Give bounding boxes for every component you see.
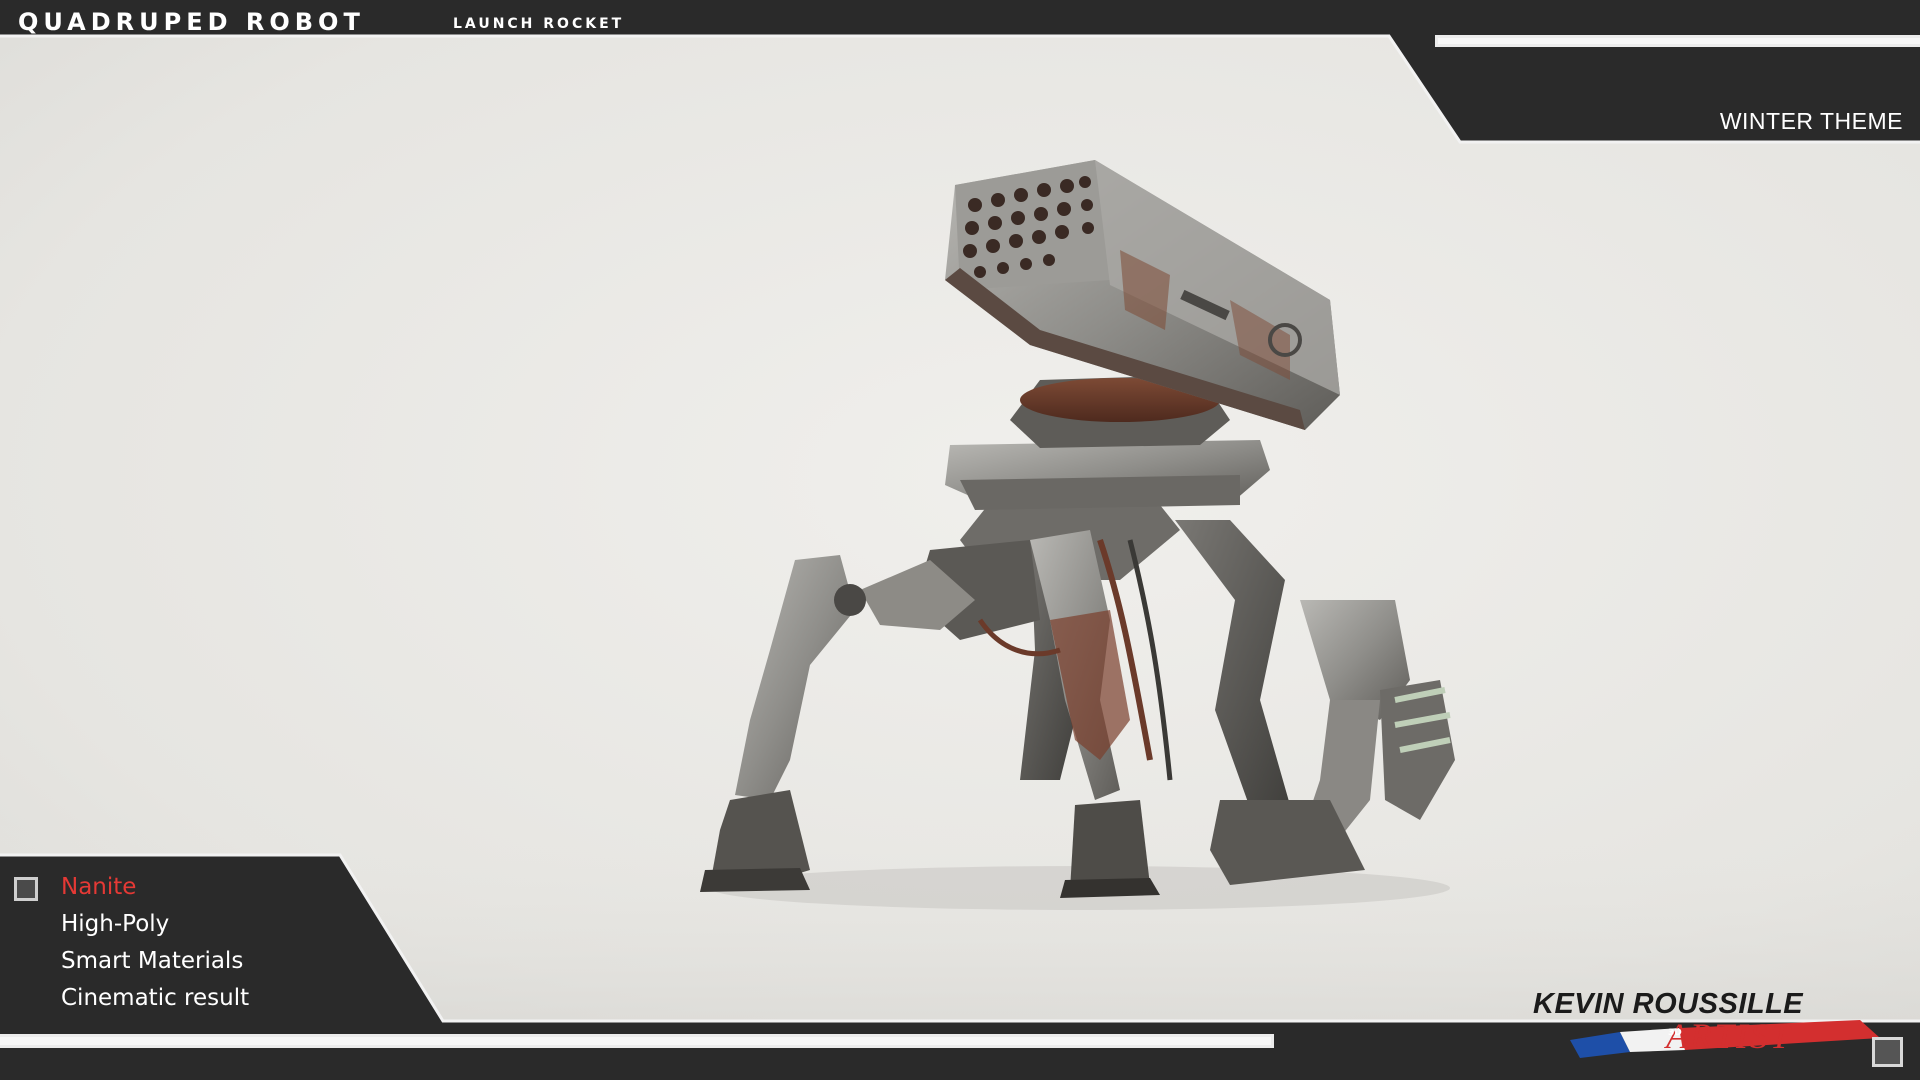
checkbox-icon[interactable] [14, 877, 38, 901]
feature-item-high-poly: High-Poly [61, 911, 170, 937]
theme-label: WINTER THEME [1719, 108, 1903, 134]
showcase-frame: QUADRUPED ROBOT Launch Rocket WINTER THE… [0, 0, 1920, 1080]
corner-box-icon[interactable] [1872, 1037, 1903, 1067]
page-subtitle: Launch Rocket [453, 16, 625, 32]
feature-item-cinematic-result: Cinematic result [61, 985, 250, 1011]
signature-role: ARTIST [1666, 1016, 1793, 1056]
feature-item-nanite: Nanite [61, 874, 137, 900]
signature-tag: 3D [1668, 1028, 1682, 1038]
feature-item-smart-materials: Smart Materials [61, 948, 244, 974]
frame-graphics [0, 0, 1920, 1080]
page-title: QUADRUPED ROBOT [18, 8, 365, 36]
